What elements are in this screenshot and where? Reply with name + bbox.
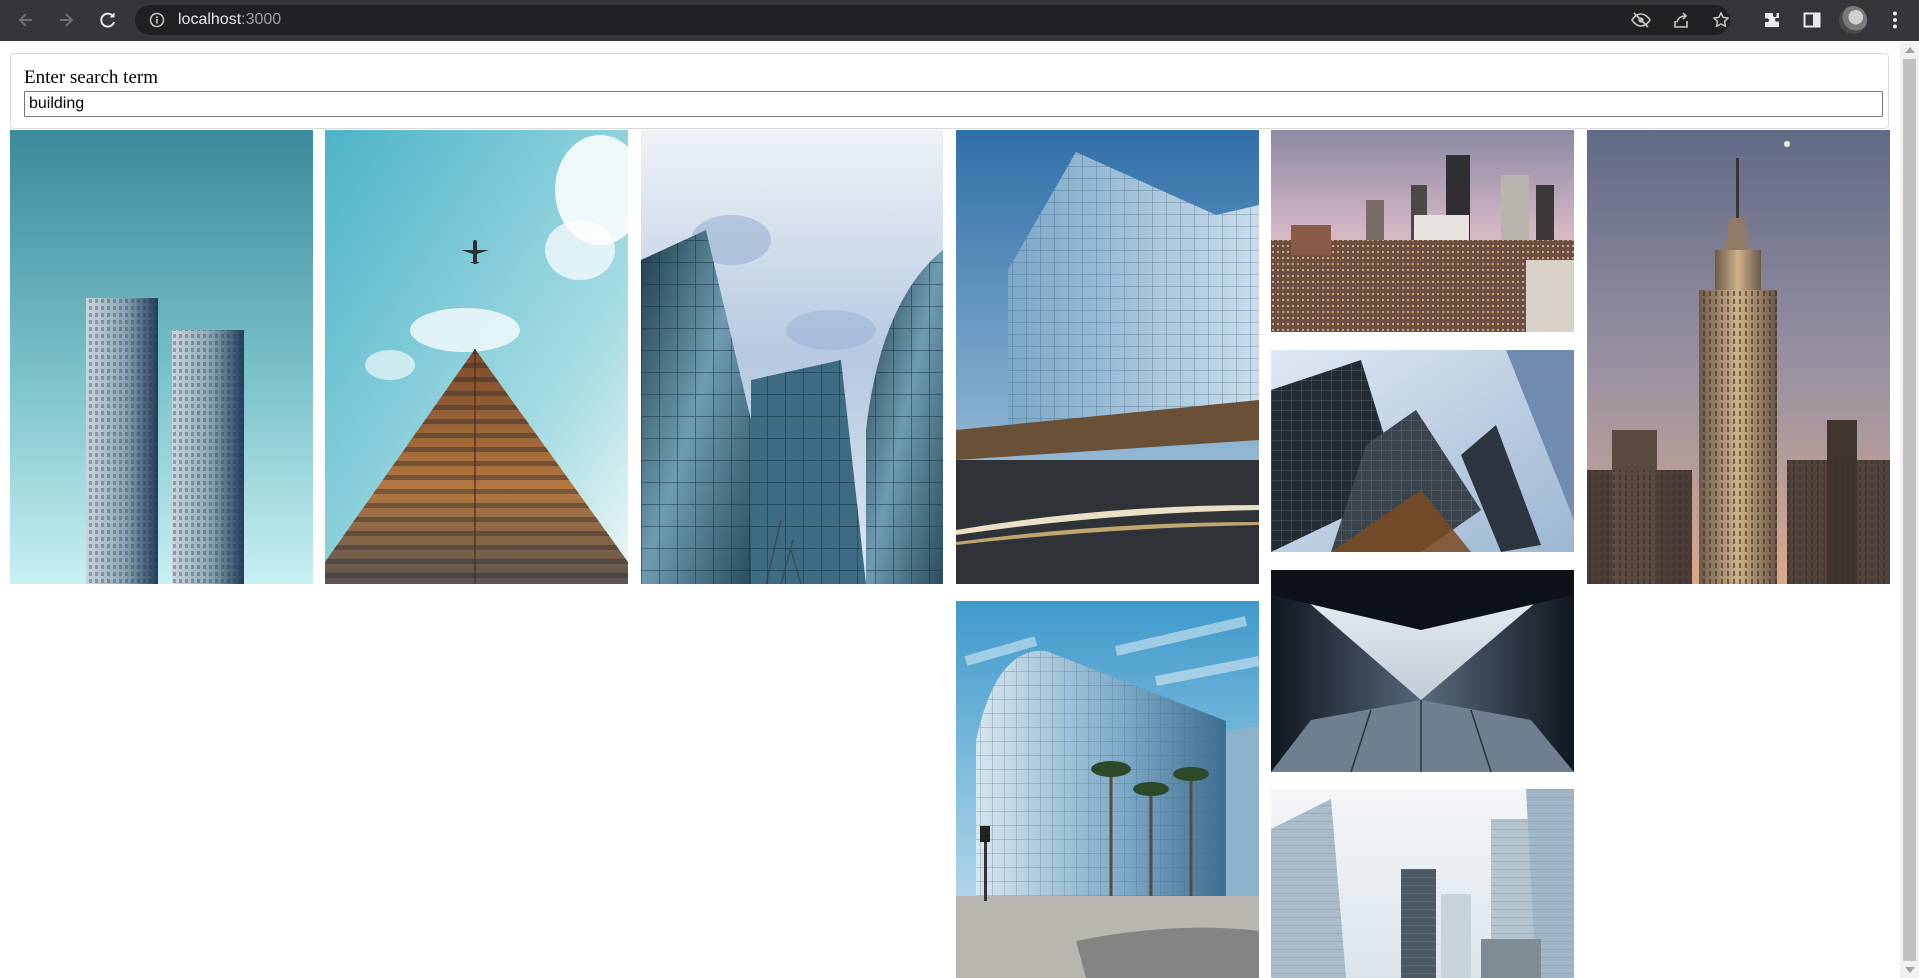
twin-towers-image (10, 130, 313, 584)
search-panel: Enter search term (10, 53, 1889, 129)
search-input[interactable] (24, 91, 1883, 117)
forward-icon[interactable] (52, 6, 80, 34)
gallery-image[interactable] (1271, 130, 1574, 332)
extensions-icon[interactable] (1760, 8, 1784, 32)
page-scrollbar[interactable] (1900, 42, 1919, 978)
gallery-image[interactable] (325, 130, 628, 584)
page-content: Enter search term (0, 42, 1900, 978)
gallery-image[interactable] (1587, 130, 1890, 584)
side-panel-icon[interactable] (1800, 8, 1824, 32)
browser-toolbar: localhost:3000 (0, 0, 1919, 41)
city-skyline-image (1271, 130, 1574, 332)
url-host: localhost (178, 11, 242, 28)
gallery-image[interactable] (956, 601, 1259, 978)
airplane-skyscraper-image (325, 130, 628, 584)
search-label: Enter search term (24, 67, 158, 88)
gallery-image[interactable] (641, 130, 943, 584)
url-port: :3000 (241, 11, 282, 28)
gallery-image[interactable] (1271, 350, 1574, 552)
gallery-image[interactable] (10, 130, 313, 584)
url-text: localhost:3000 (178, 11, 281, 29)
reload-icon[interactable] (94, 6, 122, 34)
scrollbar-thumb[interactable] (1903, 59, 1916, 961)
scroll-up-arrow-icon[interactable] (1905, 47, 1915, 53)
glass-office-palms-image (956, 601, 1259, 978)
address-bar[interactable]: localhost:3000 (135, 5, 1730, 35)
menu-icon[interactable] (1883, 8, 1907, 32)
skyscrapers-looking-up-image (1271, 350, 1574, 552)
avatar[interactable] (1839, 6, 1867, 34)
geometric-facade-image (1271, 570, 1574, 772)
share-icon[interactable] (1671, 11, 1691, 29)
gallery-image[interactable] (956, 130, 1259, 584)
white-skyscrapers-image (1271, 789, 1574, 978)
gallery-image[interactable] (1271, 789, 1574, 978)
empire-state-image (1587, 130, 1890, 584)
back-icon[interactable] (12, 6, 40, 34)
gallery-image[interactable] (1271, 570, 1574, 772)
site-info-icon[interactable] (149, 12, 165, 33)
curved-glass-image (641, 130, 943, 584)
star-icon[interactable] (1711, 11, 1731, 29)
eye-slash-icon[interactable] (1631, 11, 1651, 29)
glass-building-light-trails-image (956, 130, 1259, 584)
scroll-down-arrow-icon[interactable] (1905, 967, 1915, 973)
